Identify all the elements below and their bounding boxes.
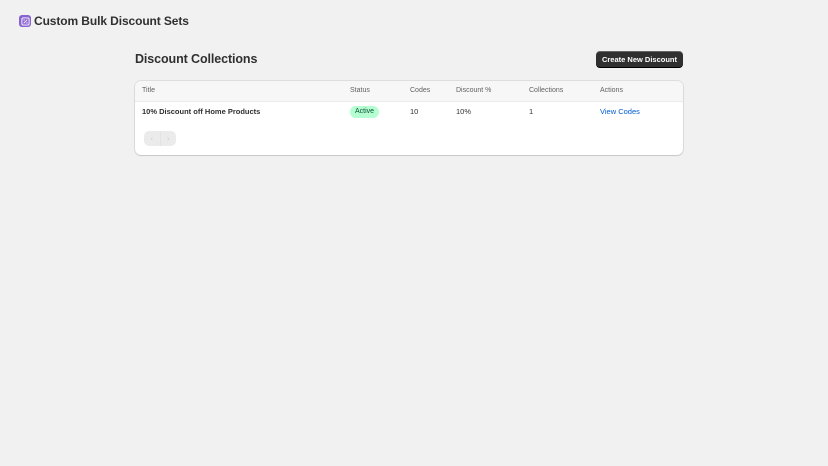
discount-title-cell: 10% Discount off Home Products: [142, 107, 261, 117]
next-page-button[interactable]: ›: [159, 131, 177, 146]
percent-tag-icon: [20, 16, 30, 26]
codes-count-cell: 10: [410, 107, 419, 117]
view-codes-link[interactable]: View Codes: [600, 107, 640, 116]
column-header-status: Status: [343, 81, 403, 102]
table-header: Title Status Codes Discount % Collection…: [135, 81, 683, 102]
app-header: Custom Bulk Discount Sets: [19, 13, 189, 29]
column-header-actions: Actions: [593, 81, 683, 102]
previous-page-button[interactable]: ‹: [144, 131, 160, 146]
collections-count-cell: 1: [529, 107, 534, 117]
status-cell: Active: [343, 101, 403, 122]
column-header-codes: Codes: [403, 81, 449, 102]
app-title: Custom Bulk Discount Sets: [34, 14, 189, 28]
discount-app-icon: [19, 15, 31, 27]
table-row: 10% Discount off Home Products Active 10…: [135, 101, 683, 122]
discount-percent-cell: 10%: [456, 107, 472, 117]
create-new-discount-button[interactable]: Create New Discount: [595, 51, 683, 67]
column-header-discount: Discount %: [449, 81, 522, 102]
chevron-right-icon: ›: [166, 134, 170, 143]
column-header-title: Title: [135, 81, 343, 102]
page-header: Discount Collections Create New Discount: [135, 49, 683, 69]
discount-collections-table: Title Status Codes Discount % Collection…: [135, 81, 683, 122]
page-title: Discount Collections: [135, 52, 258, 66]
chevron-left-icon: ‹: [150, 134, 154, 143]
column-header-collections: Collections: [522, 81, 593, 102]
table-body: 10% Discount off Home Products Active 10…: [135, 101, 683, 122]
pagination: ‹ ›: [144, 131, 176, 146]
status-badge: Active: [350, 105, 380, 118]
actions-cell: View Codes: [593, 101, 683, 122]
discount-collections-page: Discount Collections Create New Discount…: [135, 49, 683, 155]
discount-collections-card: Title Status Codes Discount % Collection…: [135, 81, 683, 155]
table-header-row: Title Status Codes Discount % Collection…: [135, 81, 683, 102]
